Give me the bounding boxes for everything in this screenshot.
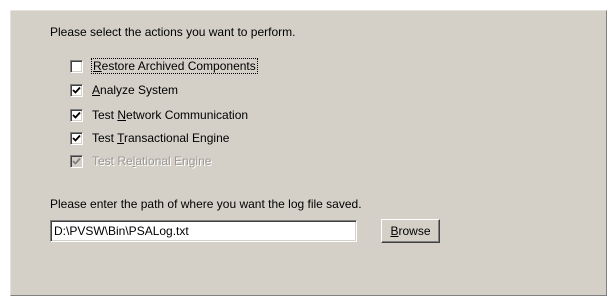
restore-archived-components-checkbox[interactable] [70,59,83,73]
browse-button[interactable]: Browse [381,219,440,243]
option-label: Test Network Communication [92,108,249,122]
test-relational-engine-checkbox [70,154,83,168]
browse-button-label: Browse [390,224,431,238]
checkmark-icon [72,86,81,94]
option-test-network-communication[interactable]: Test Network Communication [70,107,248,123]
option-label: Test Relational Engine [92,154,212,168]
log-path-value: D:\PVSW\Bin\PSALog.txt [54,224,189,238]
option-test-relational-engine: Test Relational Engine [70,153,211,169]
log-path-prompt: Please enter the path of where you want … [50,197,362,211]
log-path-input[interactable]: D:\PVSW\Bin\PSALog.txt [50,220,357,242]
checkmark-icon [72,157,81,165]
option-label: Analyze System [92,83,179,97]
option-restore-archived-components[interactable]: Restore Archived Components [70,58,258,74]
checkmark-icon [72,134,81,142]
options-prompt: Please select the actions you want to pe… [50,25,296,39]
test-network-communication-checkbox[interactable] [70,108,83,122]
option-label: Restore Archived Components [91,58,258,74]
checkmark-icon [72,111,81,119]
test-transactional-engine-checkbox[interactable] [70,131,83,145]
analyze-system-checkbox[interactable] [70,83,83,97]
option-label: Test Transactional Engine [92,131,230,145]
option-analyze-system[interactable]: Analyze System [70,82,178,98]
option-test-transactional-engine[interactable]: Test Transactional Engine [70,130,229,146]
dialog-panel: Please select the actions you want to pe… [10,10,607,296]
